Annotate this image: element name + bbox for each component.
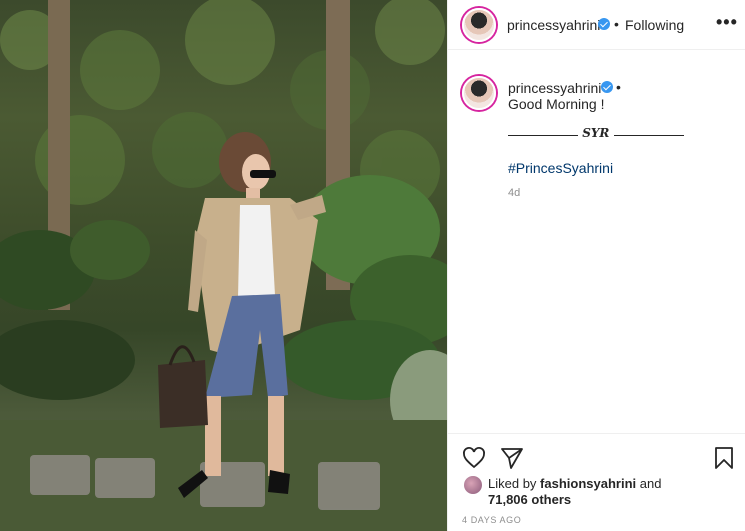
liker-avatar[interactable] bbox=[464, 476, 482, 494]
separator-dot: • bbox=[614, 16, 619, 32]
post-detail-panel: princessyahrini • Following ••• princess… bbox=[447, 0, 745, 531]
author-username-link[interactable]: princessyahrini bbox=[507, 17, 600, 33]
author-avatar[interactable] bbox=[462, 8, 496, 42]
separator-dot: • bbox=[616, 79, 621, 95]
signature-rule-right bbox=[613, 135, 684, 136]
likes-count-link[interactable]: 71,806 others bbox=[488, 492, 571, 507]
post-actions: Liked by fashionsyahrini and 71,806 othe… bbox=[448, 433, 745, 531]
caption-avatar[interactable] bbox=[462, 76, 496, 110]
caption-age[interactable]: 4d bbox=[508, 187, 520, 199]
more-options-icon[interactable]: ••• bbox=[716, 12, 738, 33]
verified-badge-icon bbox=[601, 81, 613, 93]
liker-username-link[interactable]: fashionsyahrini bbox=[540, 476, 636, 491]
post-timestamp[interactable]: 4 DAYS AGO bbox=[462, 515, 521, 525]
caption-signature: SYR bbox=[582, 126, 610, 140]
likes-and: and bbox=[639, 476, 662, 491]
likes-summary: Liked by fashionsyahrini and 71,806 othe… bbox=[488, 476, 661, 508]
send-icon[interactable] bbox=[500, 446, 524, 475]
verified-badge-icon bbox=[598, 18, 610, 30]
likes-prefix: Liked by bbox=[488, 476, 537, 491]
post-photo[interactable] bbox=[0, 0, 447, 531]
bookmark-icon[interactable] bbox=[713, 446, 735, 475]
photo-scene bbox=[0, 0, 447, 531]
following-button[interactable]: Following bbox=[625, 17, 684, 33]
hashtag-link[interactable]: #PrincesSyahrini bbox=[508, 160, 613, 176]
caption-username-link[interactable]: princessyahrini bbox=[508, 80, 601, 96]
signature-rule-left bbox=[508, 135, 578, 136]
caption-signature-line: SYR bbox=[508, 126, 684, 140]
post-header: princessyahrini • Following ••• bbox=[448, 0, 745, 50]
heart-icon[interactable] bbox=[462, 446, 486, 475]
caption-text: Good Morning ! bbox=[508, 96, 605, 112]
